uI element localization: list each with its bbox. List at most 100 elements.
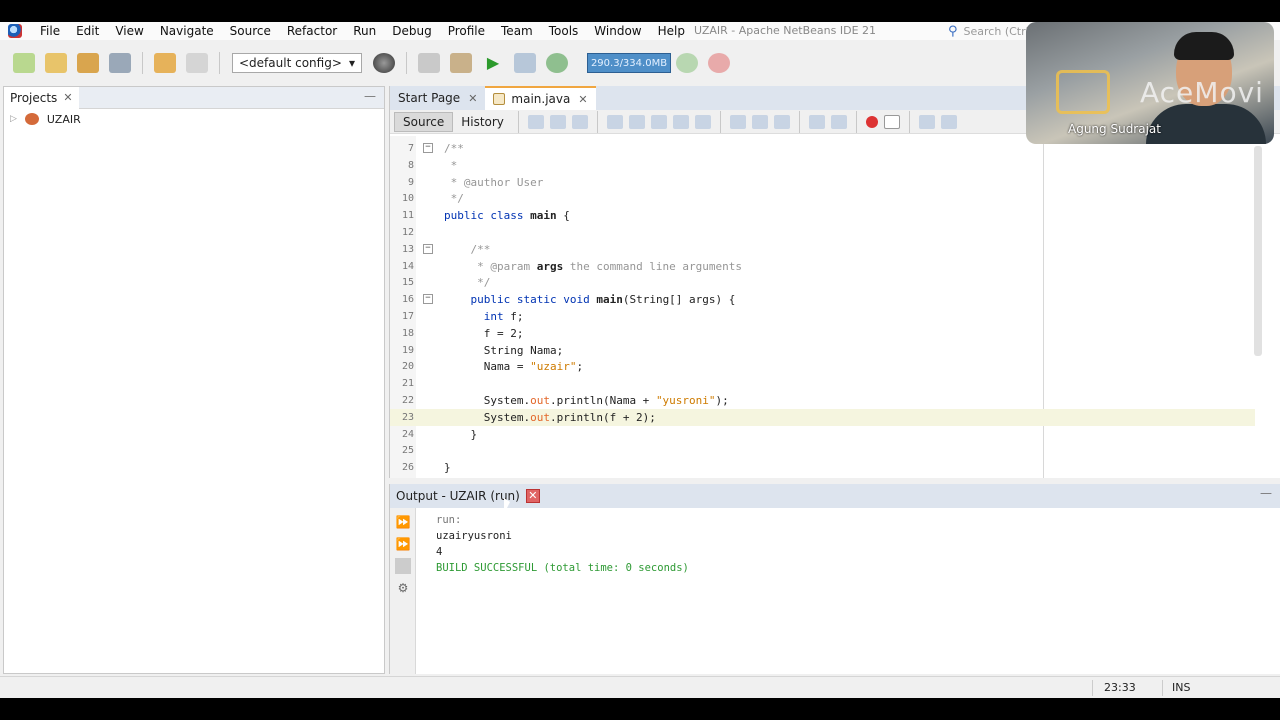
history-mode-button[interactable]: History [453,113,512,131]
rerun-with-args-icon[interactable]: ⏩ [395,536,411,552]
find-previous-icon[interactable] [628,114,645,129]
tab-main-java[interactable]: main.java ✕ [485,86,596,110]
code-line[interactable]: 8 * [390,157,1255,174]
project-node[interactable]: ▷ UZAIR [4,109,384,129]
code-token: * [444,158,458,172]
output-console: run: uzairyusroni 4 BUILD SUCCESSFUL (total… [436,512,689,576]
comment-icon[interactable] [918,114,935,129]
code-line[interactable]: 12 [390,224,1255,241]
code-line[interactable]: 19 String Nama; [390,342,1255,359]
fold-toggle-icon[interactable]: − [423,243,433,254]
output-actions: ⏩ ⏩ ⚙ [390,508,416,674]
find-icon[interactable] [606,114,623,129]
code-line[interactable]: 20 Nama = "uzair"; [390,358,1255,375]
minimize-icon[interactable]: — [364,89,376,103]
code-line[interactable]: 21 [390,375,1255,392]
next-bookmark-icon[interactable] [751,114,768,129]
prev-bookmark-icon[interactable] [729,114,746,129]
expand-arrow-icon[interactable]: ▷ [10,114,17,124]
new-project-icon[interactable] [45,53,67,73]
code-line[interactable]: 14 * @param args the command line argume… [390,258,1255,275]
line-number: 10 [401,193,414,205]
code-line[interactable]: 17 int f; [390,308,1255,325]
shift-left-icon[interactable] [808,114,825,129]
code-line[interactable]: 18 f = 2; [390,325,1255,342]
toggle-bookmark-icon[interactable] [773,114,790,129]
undo-icon[interactable] [154,53,176,73]
code-line[interactable]: 22 System.out.println(Nama + "yusroni"); [390,392,1255,409]
close-icon[interactable]: ✕ [63,91,72,104]
stop-macro-icon[interactable] [883,114,900,129]
menu-run[interactable]: Run [345,24,384,38]
gc-icon[interactable] [676,53,698,73]
code-line[interactable]: 23 System.out.println(f + 2); [390,408,1255,426]
tab-projects[interactable]: Projects ✕ [4,86,79,109]
cursor-position: 23:33 [1104,681,1136,694]
vertical-scrollbar[interactable] [1254,146,1262,356]
code-line[interactable]: 11 public class main { [390,207,1255,224]
clean-build-icon[interactable] [450,53,472,73]
code-line[interactable]: 24 } [390,426,1255,443]
minimize-icon[interactable]: — [1260,486,1272,500]
code-area[interactable]: 7−/** 8 * 9 * @author User 10 */11 public cl… [390,136,1280,478]
menu-profile[interactable]: Profile [440,24,493,38]
line-number: 11 [401,210,414,222]
source-mode-button[interactable]: Source [394,111,454,132]
forward-icon[interactable] [571,114,588,129]
uncomment-icon[interactable] [940,114,957,129]
save-all-icon[interactable] [109,53,131,73]
close-output-icon[interactable]: ✕ [525,489,540,503]
menu-navigate[interactable]: Navigate [152,24,222,38]
close-icon[interactable]: ✕ [468,92,477,105]
code-line[interactable]: 10 */ [390,190,1255,207]
menu-debug[interactable]: Debug [384,24,439,38]
close-icon[interactable]: ✕ [578,93,587,106]
globe-icon[interactable] [373,53,395,73]
open-project-icon[interactable] [77,53,99,73]
code-line[interactable]: 25 [390,442,1255,459]
menu-file[interactable]: File [32,24,68,38]
code-line[interactable]: 9 * @author User [390,174,1255,191]
tab-start-page[interactable]: Start Page ✕ [390,86,485,110]
new-file-icon[interactable] [13,53,35,73]
settings-icon[interactable]: ⚙ [395,580,411,596]
fold-toggle-icon[interactable]: − [423,143,433,153]
code-text: * @param args the command line arguments [444,258,742,275]
stop-icon[interactable] [395,558,411,574]
menu-window[interactable]: Window [586,24,649,38]
debug-icon[interactable] [514,53,536,73]
rerun-icon[interactable]: ⏩ [395,514,411,530]
line-number: 24 [401,428,414,440]
find-next-icon[interactable] [650,114,667,129]
projects-tabbar: Projects ✕ — [4,86,384,109]
menu-refactor[interactable]: Refactor [279,24,345,38]
output-line: BUILD SUCCESSFUL (total time: 0 seconds) [436,562,689,574]
code-line[interactable]: 16− public static void main(String[] arg… [390,291,1255,308]
memory-indicator[interactable]: 290.3/334.0MB [587,53,671,73]
tab-output-label: Output - UZAIR (run) [396,489,520,503]
back-icon[interactable] [549,114,566,129]
fold-toggle-icon[interactable]: − [423,294,433,305]
rect-select-icon[interactable] [694,114,711,129]
build-hammer-icon[interactable] [418,53,440,73]
record-macro-icon[interactable] [865,115,878,128]
menu-tools[interactable]: Tools [541,24,587,38]
code-token: .println(f + 2); [549,410,656,424]
code-line[interactable]: 15 */ [390,274,1255,291]
shift-right-icon[interactable] [830,114,847,129]
menu-help[interactable]: Help [650,24,693,38]
menu-source[interactable]: Source [222,24,279,38]
code-line[interactable]: 13− /** [390,241,1255,258]
profile-icon[interactable] [546,53,568,73]
config-dropdown[interactable]: <default config> ▾ [232,53,362,73]
run-icon[interactable]: ▶ [482,53,504,73]
profiler-snapshot-icon[interactable] [708,53,730,73]
tab-output[interactable]: Output - UZAIR (run) ✕ [390,489,540,503]
menu-view[interactable]: View [107,24,151,38]
redo-icon[interactable] [186,53,208,73]
menu-team[interactable]: Team [493,24,541,38]
code-line[interactable]: 26} [390,459,1255,476]
last-edit-icon[interactable] [527,114,544,129]
toggle-highlight-icon[interactable] [672,114,689,129]
menu-edit[interactable]: Edit [68,24,107,38]
